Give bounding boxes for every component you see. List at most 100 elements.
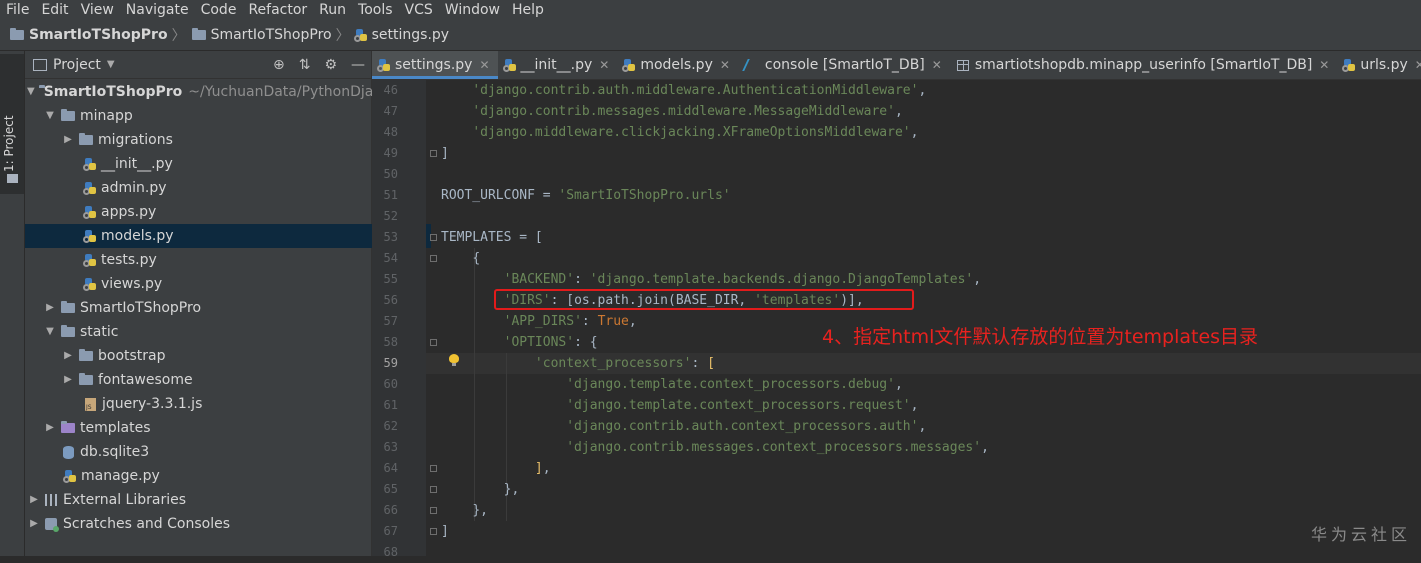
line-number: 53	[383, 230, 398, 244]
code-line-59: 'context_processors': [	[534, 356, 715, 371]
tree-item-admin[interactable]: admin.py	[25, 176, 431, 200]
code-line-49: ]	[441, 146, 449, 161]
tree-item-external-libraries[interactable]: ▶ External Libraries	[25, 488, 373, 512]
menu-navigate[interactable]: Navigate	[120, 0, 195, 20]
tree-item-bootstrap[interactable]: ▶ bootstrap	[25, 344, 407, 368]
folder-icon	[61, 301, 75, 313]
close-icon[interactable]: ✕	[1415, 58, 1421, 72]
tree-item-tests[interactable]: tests.py	[25, 248, 431, 272]
minimize-icon[interactable]: —	[351, 57, 365, 73]
chevron-right-icon[interactable]: ▶	[61, 368, 75, 392]
code-line-54: {	[472, 251, 481, 266]
tree-item-manage[interactable]: manage.py	[25, 464, 411, 488]
python-file-icon	[1342, 59, 1356, 72]
project-view-selector[interactable]: Project	[53, 57, 101, 73]
database-icon	[63, 445, 74, 459]
tab-console[interactable]: console [SmartIoT_DB] ✕	[738, 51, 950, 79]
close-icon[interactable]: ✕	[720, 58, 730, 72]
menu-help[interactable]: Help	[506, 0, 550, 20]
breadcrumb: SmartIoTShopPro 〉 SmartIoTShopPro 〉 settin…	[0, 20, 1421, 51]
breadcrumb-file[interactable]: settings.py	[353, 27, 449, 43]
menu-code[interactable]: Code	[195, 0, 243, 20]
line-number: 51	[383, 188, 398, 202]
chevron-down-icon[interactable]: ▼	[107, 59, 115, 70]
tree-root[interactable]: ▼ SmartIoTShopPro ~/YuchuanData/PythonDj…	[25, 80, 382, 104]
tree-item-templates[interactable]: ▶ templates	[25, 416, 389, 440]
python-file-icon	[622, 59, 636, 72]
python-file-icon	[83, 278, 96, 291]
project-tool-tab[interactable]: 1: Project	[0, 54, 24, 194]
tab-init[interactable]: __init__.py ✕	[498, 51, 618, 79]
tree-item-init[interactable]: __init__.py	[25, 152, 431, 176]
tab-urls[interactable]: urls.py✕	[1337, 51, 1421, 79]
line-number: 60	[383, 377, 398, 391]
chevron-right-icon: 〉	[335, 28, 350, 44]
chevron-right-icon[interactable]: ▶	[61, 344, 75, 368]
line-number: 47	[383, 104, 398, 118]
code-line-67: ]	[441, 524, 449, 539]
code-line-46: 'django.contrib.auth.middleware.Authenti…	[472, 83, 927, 98]
tab-settings[interactable]: settings.py ✕	[372, 51, 498, 79]
tree-item-views[interactable]: views.py	[25, 272, 431, 296]
breadcrumb-project[interactable]: SmartIoTShopPro 〉	[10, 25, 186, 45]
code-line-62: 'django.contrib.auth.context_processors.…	[566, 419, 927, 434]
code-line-63: 'django.contrib.messages.context_process…	[566, 440, 989, 455]
gear-icon[interactable]: ⚙	[324, 57, 337, 73]
line-number: 62	[383, 419, 398, 433]
tree-item-static[interactable]: ▼ static	[25, 320, 389, 344]
python-file-icon	[377, 59, 390, 72]
chevron-right-icon[interactable]: ▶	[61, 128, 75, 152]
chevron-right-icon[interactable]: ▶	[43, 296, 57, 320]
tree-item-smartiotshoppro[interactable]: ▶ SmartIoTShopPro	[25, 296, 389, 320]
project-panel: Project ▼ ⊕ ⇅ ⚙ — ▼ SmartIoTShopPro ~/Yu…	[25, 51, 431, 556]
close-icon[interactable]: ✕	[479, 58, 489, 72]
collapse-icon[interactable]: ⇅	[299, 57, 311, 73]
python-file-icon	[83, 182, 96, 195]
tree-item-apps[interactable]: apps.py	[25, 200, 431, 224]
line-number: 56	[383, 293, 398, 307]
tree-item-fontawesome[interactable]: ▶ fontawesome	[25, 368, 407, 392]
menu-vcs[interactable]: VCS	[399, 0, 439, 20]
chevron-down-icon[interactable]: ▼	[27, 80, 35, 104]
code-line-53: TEMPLATES = [	[441, 230, 543, 245]
line-number: 49	[383, 146, 398, 160]
menu-window[interactable]: Window	[439, 0, 506, 20]
folder-icon	[79, 373, 93, 385]
lightbulb-icon[interactable]	[449, 354, 459, 366]
close-icon[interactable]: ✕	[1319, 58, 1329, 72]
editor-gutter[interactable]: 46 47 48 49 50 51 52 53 54 55 56 57 58 5…	[372, 80, 437, 559]
chevron-right-icon[interactable]: ▶	[27, 488, 41, 512]
tree-item-migrations[interactable]: ▶ migrations	[25, 128, 407, 152]
code-editor[interactable]: 'django.contrib.auth.middleware.Authenti…	[426, 80, 1421, 556]
tab-models[interactable]: models.py ✕	[617, 51, 738, 79]
editor-tabs: settings.py ✕ __init__.py ✕ models.py ✕ con…	[372, 51, 1421, 80]
tree-item-db[interactable]: db.sqlite3	[25, 440, 409, 464]
library-icon	[45, 494, 57, 506]
scratches-icon	[45, 518, 59, 532]
breadcrumb-folder[interactable]: SmartIoTShopPro 〉	[191, 25, 350, 45]
close-icon[interactable]: ✕	[599, 58, 609, 72]
chevron-down-icon[interactable]: ▼	[43, 320, 57, 344]
close-icon[interactable]: ✕	[932, 58, 942, 72]
tree-item-minapp[interactable]: ▼ minapp	[25, 104, 389, 128]
menu-refactor[interactable]: Refactor	[242, 0, 313, 20]
tree-item-jquery[interactable]: jquery-3.3.1.js	[25, 392, 431, 416]
chevron-right-icon[interactable]: ▶	[43, 416, 57, 440]
tree-item-models[interactable]: models.py	[25, 224, 431, 248]
chevron-down-icon[interactable]: ▼	[43, 104, 57, 128]
code-line-51: ROOT_URLCONF = 'SmartIoTShopPro.urls'	[441, 188, 731, 203]
tab-userinfo-table[interactable]: smartiotshopdb.minapp_userinfo [SmartIoT…	[950, 51, 1338, 79]
line-number: 65	[383, 482, 398, 496]
menu-tools[interactable]: Tools	[352, 0, 399, 20]
tree-item-scratches[interactable]: ▶ Scratches and Consoles	[25, 512, 373, 536]
menu-file[interactable]: File	[0, 0, 35, 20]
menu-edit[interactable]: Edit	[35, 0, 74, 20]
chevron-right-icon: 〉	[171, 28, 186, 44]
chevron-right-icon[interactable]: ▶	[27, 512, 41, 536]
code-line-60: 'django.template.context_processors.debu…	[566, 377, 903, 392]
code-line-55: 'BACKEND': 'django.template.backends.dja…	[503, 272, 982, 287]
menu-view[interactable]: View	[75, 0, 120, 20]
locate-icon[interactable]: ⊕	[273, 57, 285, 73]
menu-run[interactable]: Run	[313, 0, 352, 20]
line-number: 67	[383, 524, 398, 538]
